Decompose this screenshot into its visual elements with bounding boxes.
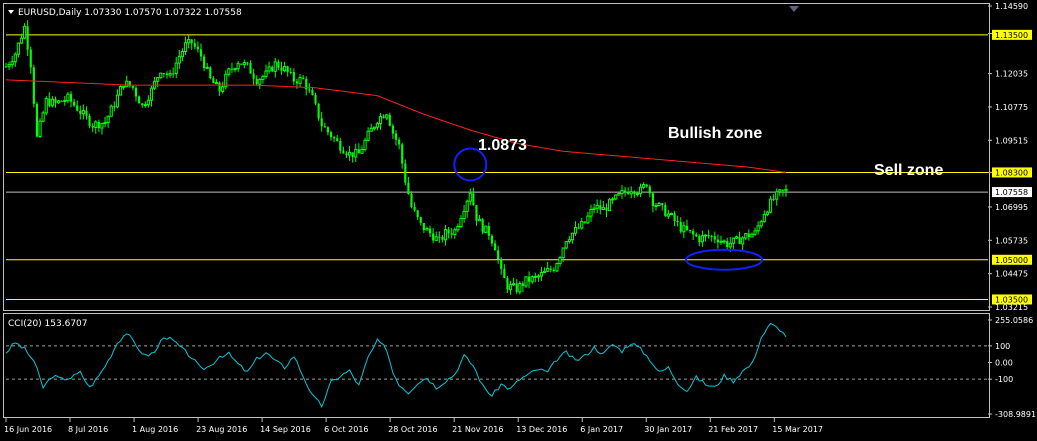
date-tick-label: 6 Oct 2016 [324, 425, 368, 434]
candle [555, 262, 559, 272]
level-price-label: 1.13500 [992, 29, 1032, 40]
svg-text:1.13500: 1.13500 [995, 31, 1028, 40]
date-tick-label: 8 Jul 2016 [68, 425, 108, 434]
cci-tick-label: -100 [995, 375, 1013, 384]
svg-text:1.05000: 1.05000 [995, 256, 1028, 265]
candle [159, 72, 163, 79]
price-tick-label: 1.04475 [995, 270, 1028, 279]
candle [44, 96, 48, 116]
level-price-label: 1.03500 [992, 294, 1032, 305]
candle [109, 104, 113, 117]
candle [41, 110, 45, 123]
candle [481, 218, 484, 235]
date-tick-label: 30 Jan 2017 [644, 425, 692, 434]
svg-text:1.07558: 1.07558 [995, 188, 1028, 197]
candle [317, 103, 320, 121]
date-tick-label: 23 Aug 2016 [196, 425, 247, 434]
candle [363, 137, 367, 152]
date-tick-label: 15 Mar 2017 [772, 425, 823, 434]
svg-text:1.03500: 1.03500 [995, 295, 1028, 304]
cci-header: CCI(20) 153.6707 [8, 319, 88, 329]
candle [35, 102, 39, 138]
candle [38, 118, 42, 138]
date-tick-label: 16 Jun 2016 [4, 425, 52, 434]
candle [118, 85, 123, 96]
level-price-label: 1.08300 [992, 167, 1032, 178]
candle [524, 276, 528, 288]
date-tick-label: 14 Sep 2016 [260, 425, 311, 434]
price-tick-label: 1.10775 [995, 103, 1028, 112]
candle [209, 66, 212, 80]
price-tick-label: 1.12035 [995, 70, 1028, 79]
cci-tick-label: 255.0586 [995, 316, 1033, 325]
bullish-zone-label: Bullish zone [668, 125, 762, 142]
price-tick-label: 1.06995 [995, 203, 1028, 212]
cci-tick-label: 0.00 [995, 359, 1013, 368]
candle [564, 241, 568, 250]
sell-zone-label: Sell zone [874, 162, 943, 179]
date-tick-label: 13 Dec 2016 [516, 425, 567, 434]
peak-label: 1.0873 [478, 137, 527, 154]
cci-tick-label: -308.9891 [995, 410, 1036, 419]
date-tick-label: 28 Oct 2016 [388, 425, 437, 434]
level-price-label: 1.05000 [992, 254, 1032, 265]
current-price-label: 1.07558 [992, 187, 1032, 198]
candle [607, 197, 612, 212]
candle [484, 225, 488, 233]
symbol-line: EURUSD,Daily 1.07330 1.07570 1.07322 1.0… [18, 8, 242, 18]
trading-chart: EURUSD,Daily 1.07330 1.07570 1.07322 1.0… [0, 0, 1037, 441]
price-tick-label: 1.05735 [995, 236, 1028, 245]
date-tick-label: 6 Jan 2017 [580, 425, 623, 434]
symbol-header[interactable]: EURUSD,Daily 1.07330 1.07570 1.07322 1.0… [8, 8, 242, 18]
price-tick-label: 1.09515 [995, 136, 1028, 145]
date-tick-label: 21 Feb 2017 [708, 425, 758, 434]
candle [768, 196, 773, 214]
candle [617, 192, 621, 196]
candle [32, 64, 35, 108]
svg-text:1.08300: 1.08300 [995, 168, 1028, 177]
candle [138, 95, 141, 104]
price-tick-label: 1.14590 [995, 2, 1028, 11]
date-tick-label: 1 Aug 2016 [132, 425, 178, 434]
cci-tick-label: 100 [995, 342, 1010, 351]
date-tick-label: 21 Nov 2016 [452, 425, 503, 434]
